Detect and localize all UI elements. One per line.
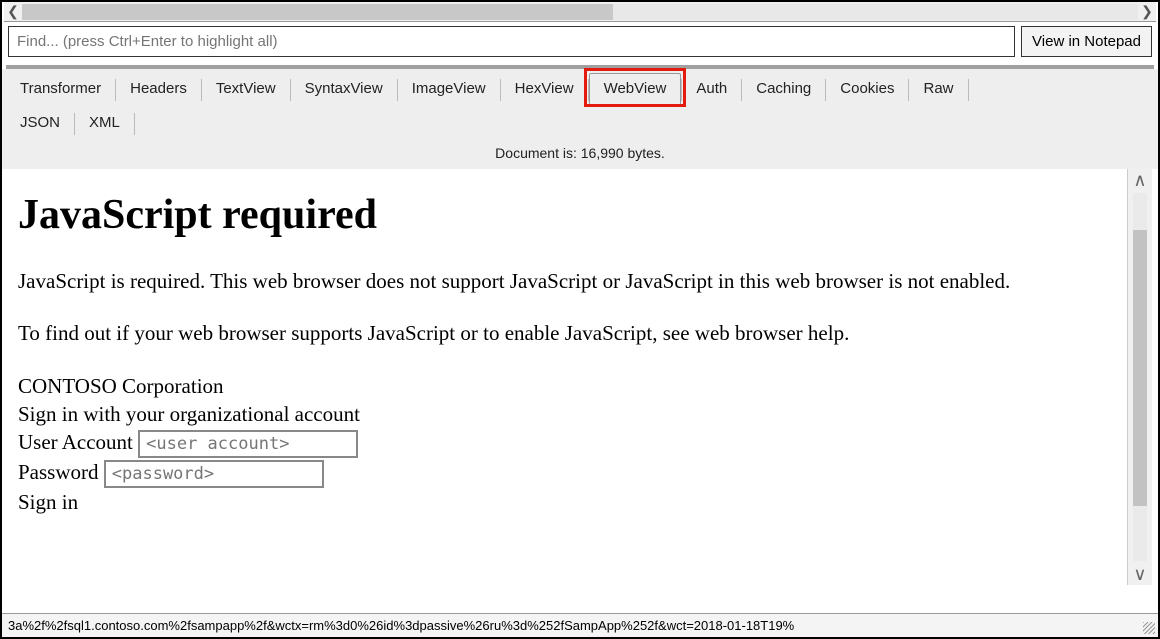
tab-cookies[interactable]: Cookies <box>826 74 908 105</box>
tab-separator <box>968 79 969 101</box>
inspector-tabs: TransformerHeadersTextViewSyntaxViewImag… <box>2 69 1158 139</box>
vertical-scrollbar[interactable]: ∧ ∨ <box>1128 169 1152 585</box>
status-url-text: 3a%2f%2fsql1.contoso.com%2fsampapp%2f&wc… <box>8 618 794 633</box>
password-field[interactable] <box>104 460 324 488</box>
tab-json[interactable]: JSON <box>6 108 74 139</box>
scroll-right-arrow-icon[interactable]: ❯ <box>1138 3 1156 21</box>
signin-link[interactable]: Sign in <box>18 488 1117 516</box>
tab-xml[interactable]: XML <box>75 108 134 139</box>
tab-imageview[interactable]: ImageView <box>398 74 500 105</box>
status-bar: 3a%2f%2fsql1.contoso.com%2fsampapp%2f&wc… <box>2 613 1158 637</box>
js-required-text-1: JavaScript is required. This web browser… <box>18 267 1117 295</box>
resize-grip-icon[interactable] <box>1143 622 1155 634</box>
tab-separator <box>134 113 135 135</box>
tab-auth[interactable]: Auth <box>682 74 741 105</box>
user-account-field[interactable] <box>138 430 358 458</box>
horizontal-scrollbar[interactable]: ❮ ❯ <box>4 2 1156 22</box>
page-heading: JavaScript required <box>18 191 1117 239</box>
webview-content: JavaScript required JavaScript is requir… <box>8 169 1128 585</box>
vscroll-track[interactable] <box>1133 193 1147 561</box>
scroll-left-arrow-icon[interactable]: ❮ <box>4 3 22 21</box>
password-label: Password <box>18 460 99 484</box>
tab-webview[interactable]: WebView <box>589 73 682 106</box>
tab-caching[interactable]: Caching <box>742 74 825 105</box>
find-input[interactable] <box>8 26 1015 57</box>
hscroll-thumb[interactable] <box>22 4 613 20</box>
tab-highlight-box <box>584 68 687 107</box>
tab-headers[interactable]: Headers <box>116 74 201 105</box>
js-required-text-2: To find out if your web browser supports… <box>18 319 1117 347</box>
scroll-up-arrow-icon[interactable]: ∧ <box>1129 169 1151 191</box>
user-account-label: User Account <box>18 430 133 454</box>
document-size-label: Document is: 16,990 bytes. <box>2 139 1158 169</box>
tab-syntaxview[interactable]: SyntaxView <box>291 74 397 105</box>
tab-raw[interactable]: Raw <box>909 74 967 105</box>
tab-hexview[interactable]: HexView <box>501 74 588 105</box>
view-in-notepad-button[interactable]: View in Notepad <box>1021 26 1152 57</box>
tab-textview[interactable]: TextView <box>202 74 290 105</box>
hscroll-track[interactable] <box>22 4 1138 20</box>
scroll-down-arrow-icon[interactable]: ∨ <box>1129 563 1151 585</box>
signin-prompt: Sign in with your organizational account <box>18 400 1117 428</box>
corp-name: CONTOSO Corporation <box>18 372 1117 400</box>
vscroll-thumb[interactable] <box>1133 230 1147 506</box>
tab-transformer[interactable]: Transformer <box>6 74 115 105</box>
